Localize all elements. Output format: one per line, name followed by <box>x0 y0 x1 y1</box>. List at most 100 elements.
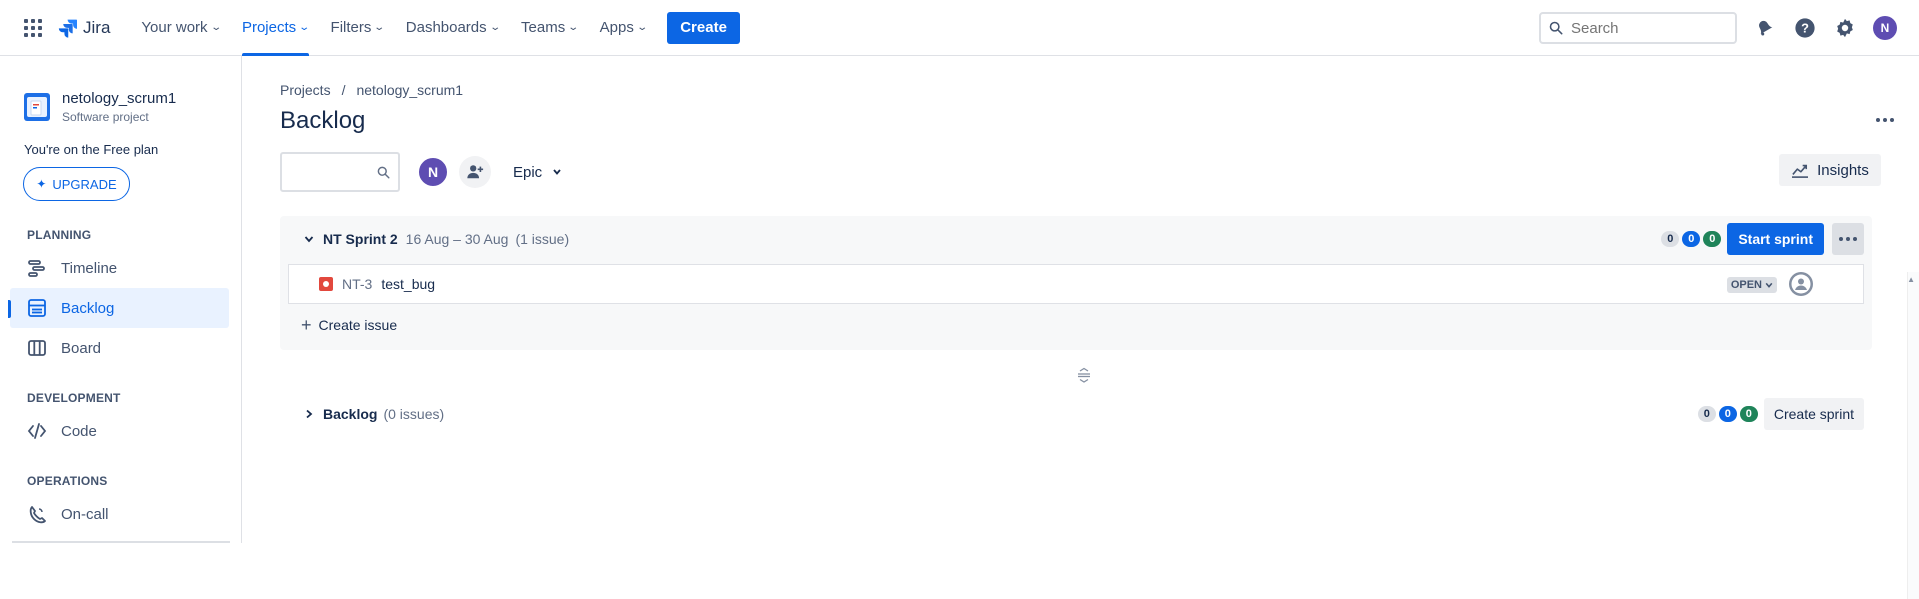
sidebar-item-board[interactable]: Board <box>10 328 229 368</box>
more-icon <box>1839 237 1857 241</box>
nav-label: Filters <box>330 19 372 36</box>
nav-label: Dashboards <box>405 19 487 36</box>
nav-projects[interactable]: Projects ⌄ <box>231 0 320 56</box>
logo-text: Jira <box>83 17 111 37</box>
todo-count-badge: 0 <box>1661 231 1680 247</box>
status-label: OPEN <box>1730 279 1762 291</box>
breadcrumb-projects[interactable]: Projects <box>280 82 331 98</box>
plan-text: You're on the Free plan <box>24 142 159 157</box>
search-input[interactable] <box>1571 19 1721 37</box>
nav-label: Apps <box>599 19 634 36</box>
sprint-dates: 16 Aug – 30 Aug <box>405 231 509 247</box>
breadcrumb-project[interactable]: netology_scrum1 <box>356 82 463 98</box>
notifications-icon[interactable] <box>1753 16 1777 40</box>
start-sprint-button[interactable]: Start sprint <box>1727 223 1824 255</box>
chevron-right-icon[interactable] <box>304 409 314 419</box>
breadcrumb: Projects / netology_scrum1 <box>280 82 463 98</box>
nav-your-work[interactable]: Your work ⌄ <box>130 0 231 56</box>
chevron-down-icon: ⌄ <box>567 22 580 33</box>
chevron-down-icon: ⌄ <box>373 22 386 33</box>
sidebar-item-oncall[interactable]: On-call <box>10 494 229 534</box>
sprint-container: NT Sprint 2 16 Aug – 30 Aug (1 issue) 0 … <box>280 216 1872 350</box>
issue-status-dropdown[interactable]: OPEN <box>1726 277 1777 293</box>
global-search[interactable] <box>1539 12 1737 44</box>
create-issue-label: Create issue <box>318 317 398 333</box>
chevron-down-icon: ⌄ <box>636 22 648 33</box>
plus-icon: + <box>301 314 312 335</box>
chevron-down-icon: ⌄ <box>488 22 501 33</box>
upgrade-button[interactable]: ✦ UPGRADE <box>23 167 130 201</box>
backlog-header[interactable]: Backlog (0 issues) 0 0 0 Create sprint <box>280 396 1872 432</box>
chevron-down-icon[interactable] <box>304 234 314 244</box>
page-title: Backlog <box>280 107 366 134</box>
nav-label: Your work <box>141 19 208 36</box>
issue-row[interactable]: NT-3 test_bug OPEN <box>288 264 1864 304</box>
nav-dashboards[interactable]: Dashboards ⌄ <box>395 0 510 56</box>
add-people-button[interactable] <box>459 156 491 188</box>
user-avatar[interactable]: N <box>1873 16 1897 40</box>
nav-apps[interactable]: Apps ⌄ <box>589 0 658 56</box>
sprint-more-actions-button[interactable] <box>1832 223 1864 255</box>
issue-key[interactable]: NT-3 <box>342 276 372 292</box>
breadcrumb-separator: / <box>341 82 346 98</box>
jira-logo-icon <box>58 19 77 38</box>
sidebar: netology_scrum1 Software project You're … <box>0 56 242 543</box>
chevron-down-icon: ⌄ <box>298 22 311 33</box>
issue-summary[interactable]: test_bug <box>381 276 435 292</box>
bug-icon <box>319 277 333 291</box>
project-avatar-icon <box>24 93 50 121</box>
backlog-title: Backlog <box>323 406 378 422</box>
project-header[interactable]: netology_scrum1 Software project <box>24 90 241 124</box>
sidebar-item-backlog[interactable]: Backlog <box>8 288 229 328</box>
timeline-icon <box>28 260 45 277</box>
sprint-status-counters: 0 0 0 <box>1661 231 1722 247</box>
more-icon <box>1876 118 1894 122</box>
sidebar-item-label: Code <box>61 422 97 440</box>
resize-handle-icon[interactable] <box>1075 366 1093 384</box>
backlog-icon <box>28 299 46 317</box>
svg-text:?: ? <box>1801 21 1809 36</box>
sprint-name: NT Sprint 2 <box>323 231 398 247</box>
create-issue-button[interactable]: + Create issue <box>301 309 397 341</box>
app-switcher-icon[interactable] <box>22 17 44 39</box>
scrollbar[interactable] <box>1907 272 1919 599</box>
insights-button[interactable]: Insights <box>1779 154 1881 186</box>
epic-filter-label: Epic <box>513 163 543 181</box>
section-operations: OPERATIONS <box>27 474 108 488</box>
nav-teams[interactable]: Teams ⌄ <box>510 0 589 56</box>
assignee-filter-avatar[interactable]: N <box>417 156 449 188</box>
in-progress-count-badge: 0 <box>1682 231 1701 247</box>
section-development: DEVELOPMENT <box>27 391 121 405</box>
insights-label: Insights <box>1817 161 1869 179</box>
sparkle-icon: ✦ <box>36 177 47 191</box>
backlog-actions: 0 0 0 Create sprint <box>1697 396 1864 432</box>
page-more-actions-button[interactable] <box>1869 104 1901 136</box>
backlog-status-counters: 0 0 0 <box>1697 406 1758 422</box>
settings-icon[interactable] <box>1833 16 1857 40</box>
backlog-search-input[interactable] <box>280 152 400 192</box>
scroll-up-arrow-icon[interactable]: ▲ <box>1907 275 1915 284</box>
sprint-header[interactable]: NT Sprint 2 16 Aug – 30 Aug (1 issue) <box>280 216 1872 262</box>
done-count-badge: 0 <box>1739 406 1758 422</box>
nav-filters[interactable]: Filters ⌄ <box>320 0 395 56</box>
help-icon[interactable]: ? <box>1793 16 1817 40</box>
chevron-down-icon <box>1765 282 1773 288</box>
create-sprint-button[interactable]: Create sprint <box>1763 398 1864 430</box>
chevron-down-icon: ⌄ <box>209 22 222 33</box>
search-icon <box>377 166 390 179</box>
in-progress-count-badge: 0 <box>1718 406 1737 422</box>
jira-logo[interactable]: Jira <box>58 18 110 38</box>
primary-nav: Your work ⌄ Projects ⌄ Filters ⌄ Dashboards… <box>130 0 740 56</box>
sprint-issue-count: (1 issue) <box>515 231 570 247</box>
sidebar-item-timeline[interactable]: Timeline <box>10 248 229 288</box>
create-button[interactable]: Create <box>667 11 740 44</box>
project-type: Software project <box>62 110 149 124</box>
sidebar-item-code[interactable]: Code <box>10 411 229 451</box>
backlog-issue-count: (0 issues) <box>383 406 445 422</box>
add-person-icon <box>467 165 484 179</box>
main-content: Projects / netology_scrum1 Backlog N Epi… <box>243 56 1919 599</box>
nav-label: Teams <box>521 19 566 36</box>
unassigned-avatar-icon[interactable] <box>1789 272 1813 296</box>
epic-filter-dropdown[interactable]: Epic <box>513 164 562 181</box>
sidebar-item-label: On-call <box>61 505 109 523</box>
